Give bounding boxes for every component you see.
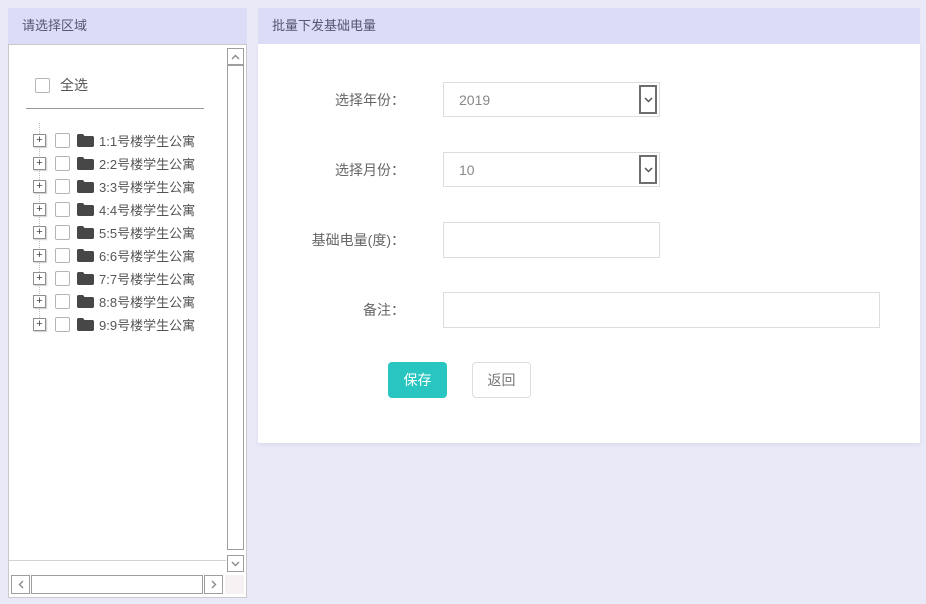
tree-node-checkbox[interactable] bbox=[55, 179, 70, 194]
remark-label: 备注： bbox=[258, 300, 405, 320]
tree-viewport: 全选 + 1:1号楼学生公寓 + 2:2号楼学生公寓 + bbox=[9, 45, 226, 561]
tree-node-label[interactable]: 3:3号楼学生公寓 bbox=[99, 177, 195, 196]
scroll-down-icon[interactable] bbox=[227, 555, 244, 572]
area-selector-panel: 请选择区域 全选 + 1:1号楼学生公寓 + 2:2号楼学生公寓 bbox=[8, 8, 247, 598]
tree-row: + 7:7号楼学生公寓 bbox=[33, 267, 226, 290]
tree-node-label[interactable]: 9:9号楼学生公寓 bbox=[99, 315, 195, 334]
folder-icon bbox=[77, 226, 94, 239]
month-select[interactable]: 10 bbox=[443, 152, 660, 187]
tree-row: + 2:2号楼学生公寓 bbox=[33, 152, 226, 175]
scroll-right-icon[interactable] bbox=[204, 575, 223, 594]
tree-node-checkbox[interactable] bbox=[55, 225, 70, 240]
folder-icon bbox=[77, 249, 94, 262]
expand-icon[interactable]: + bbox=[33, 134, 46, 147]
month-label: 选择月份： bbox=[258, 160, 405, 180]
expand-icon[interactable]: + bbox=[33, 157, 46, 170]
vertical-scroll-thumb[interactable] bbox=[227, 65, 244, 550]
year-row: 选择年份： 2019 bbox=[258, 82, 660, 117]
month-row: 选择月份： 10 bbox=[258, 152, 660, 187]
area-panel-title: 请选择区域 bbox=[8, 8, 247, 44]
tree-row: + 3:3号楼学生公寓 bbox=[33, 175, 226, 198]
select-all-checkbox[interactable] bbox=[35, 78, 50, 93]
tree-node-checkbox[interactable] bbox=[55, 248, 70, 263]
tree-node-checkbox[interactable] bbox=[55, 294, 70, 309]
select-all-label: 全选 bbox=[60, 75, 88, 95]
base-power-row: 基础电量(度)： bbox=[258, 222, 660, 258]
tree-row: + 4:4号楼学生公寓 bbox=[33, 198, 226, 221]
base-power-label: 基础电量(度)： bbox=[258, 230, 405, 250]
scrollbar-corner bbox=[225, 575, 244, 594]
tree-node-label[interactable]: 6:6号楼学生公寓 bbox=[99, 246, 195, 265]
tree-row: + 9:9号楼学生公寓 bbox=[33, 313, 226, 336]
expand-icon[interactable]: + bbox=[33, 226, 46, 239]
tree-node-checkbox[interactable] bbox=[55, 317, 70, 332]
tree-node-label[interactable]: 1:1号楼学生公寓 bbox=[99, 131, 195, 150]
folder-icon bbox=[77, 157, 94, 170]
tree-node-label[interactable]: 7:7号楼学生公寓 bbox=[99, 269, 195, 288]
folder-icon bbox=[77, 272, 94, 285]
divider bbox=[26, 108, 204, 109]
vertical-scrollbar[interactable] bbox=[227, 48, 244, 572]
batch-panel-body: 选择年份： 2019 选择月份： 10 基础电量(度)： 备注： 保存 返回 bbox=[258, 44, 920, 443]
tree-node-checkbox[interactable] bbox=[55, 156, 70, 171]
horizontal-scrollbar[interactable] bbox=[11, 575, 223, 594]
batch-panel-title: 批量下发基础电量 bbox=[258, 8, 920, 44]
folder-icon bbox=[77, 134, 94, 147]
tree-node-label[interactable]: 2:2号楼学生公寓 bbox=[99, 154, 195, 173]
expand-icon[interactable]: + bbox=[33, 249, 46, 262]
tree-node-checkbox[interactable] bbox=[55, 133, 70, 148]
tree-row: + 1:1号楼学生公寓 bbox=[33, 129, 226, 152]
expand-icon[interactable]: + bbox=[33, 180, 46, 193]
month-select-value: 10 bbox=[459, 162, 475, 178]
tree-node-label[interactable]: 8:8号楼学生公寓 bbox=[99, 292, 195, 311]
tree-row: + 6:6号楼学生公寓 bbox=[33, 244, 226, 267]
base-power-input[interactable] bbox=[443, 222, 660, 258]
back-button[interactable]: 返回 bbox=[472, 362, 531, 398]
batch-issue-panel: 批量下发基础电量 选择年份： 2019 选择月份： 10 基础电量(度)： 备注… bbox=[258, 8, 920, 443]
tree-row: + 5:5号楼学生公寓 bbox=[33, 221, 226, 244]
area-panel-body: 全选 + 1:1号楼学生公寓 + 2:2号楼学生公寓 + bbox=[8, 44, 247, 598]
expand-icon[interactable]: + bbox=[33, 203, 46, 216]
expand-icon[interactable]: + bbox=[33, 318, 46, 331]
tree-node-label[interactable]: 5:5号楼学生公寓 bbox=[99, 223, 195, 242]
folder-icon bbox=[77, 180, 94, 193]
tree-node-checkbox[interactable] bbox=[55, 202, 70, 217]
select-all-row: 全选 bbox=[35, 75, 226, 95]
expand-icon[interactable]: + bbox=[33, 272, 46, 285]
expand-icon[interactable]: + bbox=[33, 295, 46, 308]
folder-icon bbox=[77, 295, 94, 308]
chevron-down-icon[interactable] bbox=[639, 155, 657, 184]
scroll-left-icon[interactable] bbox=[11, 575, 30, 594]
scroll-up-icon[interactable] bbox=[227, 48, 244, 65]
remark-input[interactable] bbox=[443, 292, 880, 328]
folder-icon bbox=[77, 203, 94, 216]
save-button[interactable]: 保存 bbox=[388, 362, 447, 398]
tree-node-checkbox[interactable] bbox=[55, 271, 70, 286]
area-tree: + 1:1号楼学生公寓 + 2:2号楼学生公寓 + 3:3号楼学生公寓 bbox=[9, 129, 226, 336]
year-label: 选择年份： bbox=[258, 90, 405, 110]
tree-row: + 8:8号楼学生公寓 bbox=[33, 290, 226, 313]
button-row: 保存 返回 bbox=[388, 362, 531, 398]
horizontal-scroll-thumb[interactable] bbox=[31, 575, 203, 594]
remark-row: 备注： bbox=[258, 292, 880, 328]
year-select[interactable]: 2019 bbox=[443, 82, 660, 117]
tree-node-label[interactable]: 4:4号楼学生公寓 bbox=[99, 200, 195, 219]
folder-icon bbox=[77, 318, 94, 331]
chevron-down-icon[interactable] bbox=[639, 85, 657, 114]
year-select-value: 2019 bbox=[459, 92, 490, 108]
